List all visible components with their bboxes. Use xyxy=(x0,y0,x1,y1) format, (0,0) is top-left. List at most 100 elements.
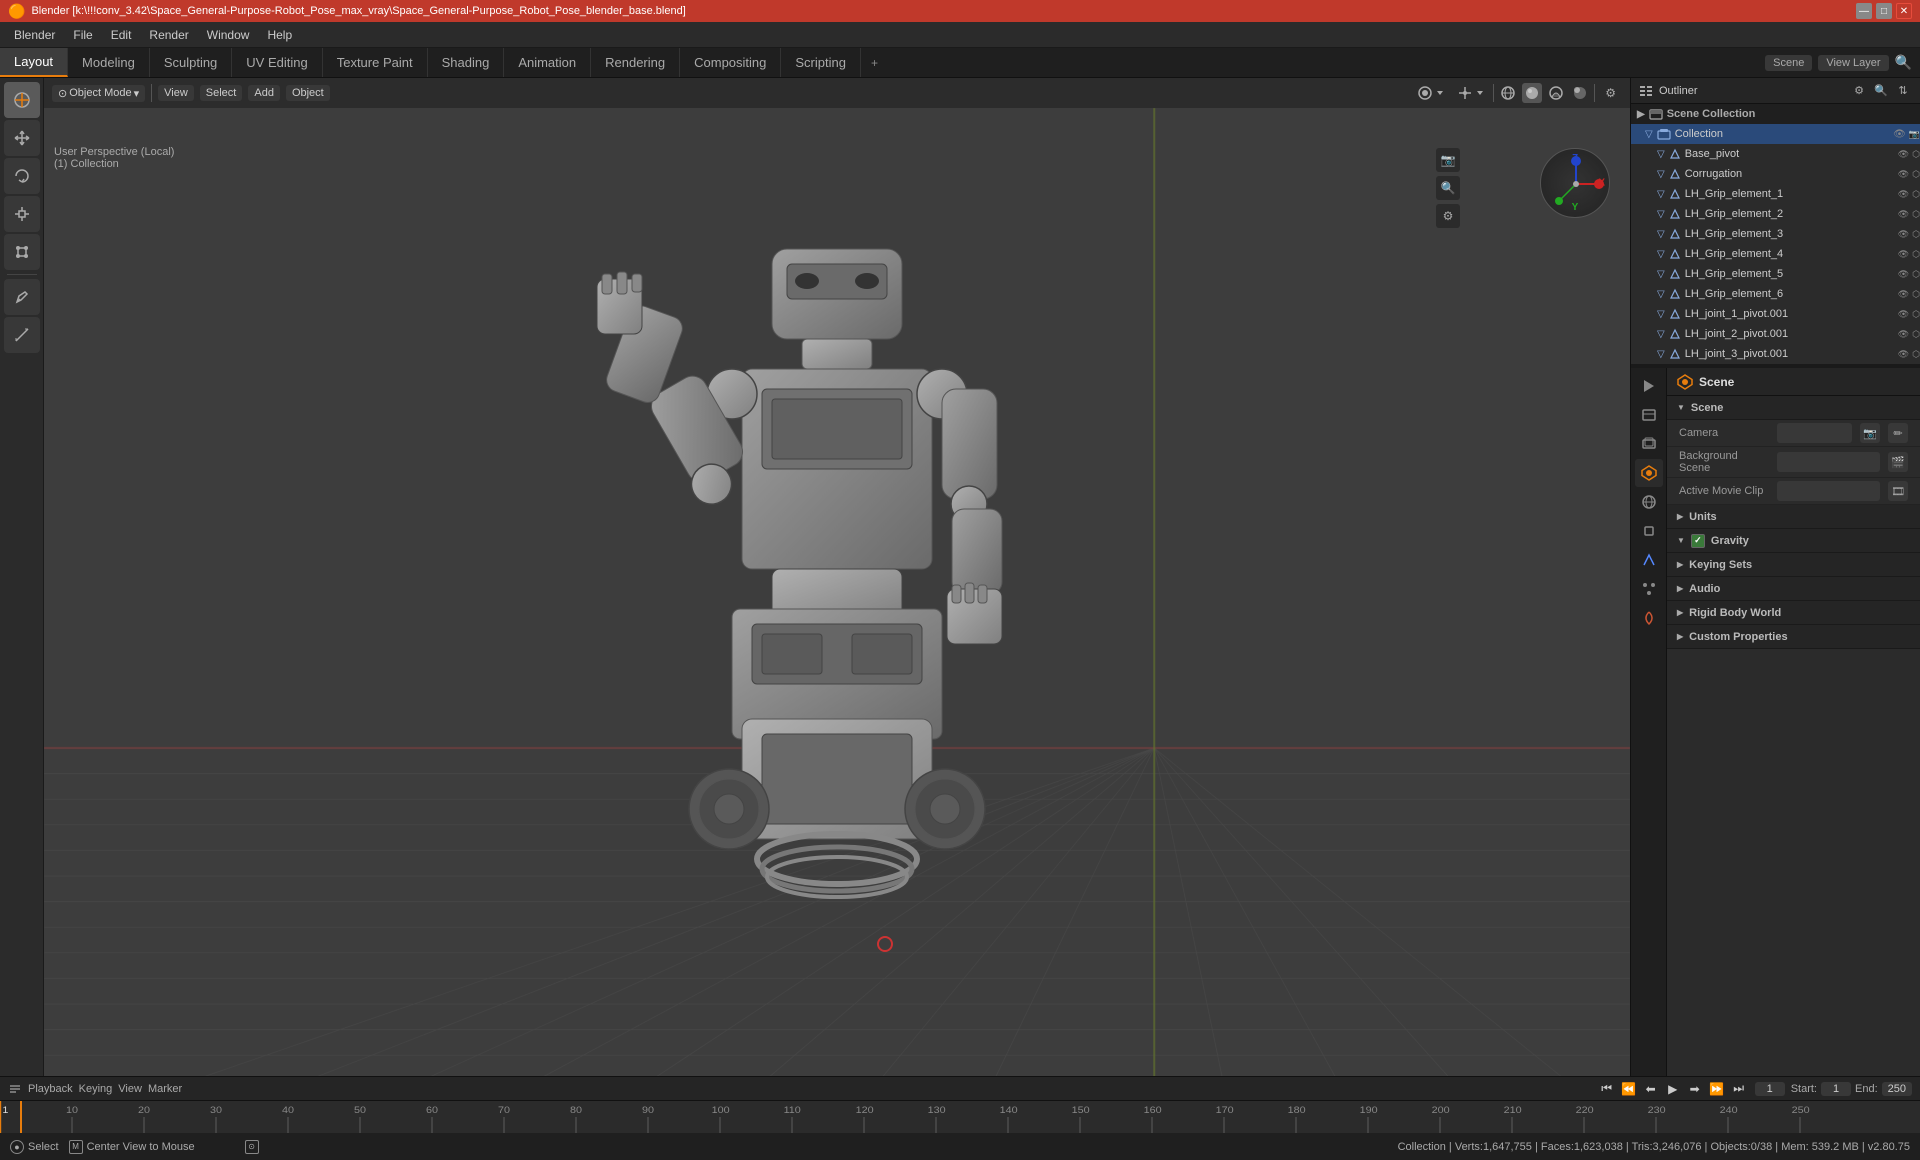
camera-restrict-icon[interactable]: 📷 xyxy=(1909,129,1920,140)
outliner-lh-grip-4[interactable]: ▽ LH_Grip_element_4 👁 ⬡ xyxy=(1631,244,1920,264)
outliner-sort-icon[interactable]: ⇅ xyxy=(1894,82,1912,100)
keying-sets-header[interactable]: ▶ Keying Sets xyxy=(1667,553,1920,577)
material-shading-btn[interactable] xyxy=(1546,83,1566,103)
select-menu-dropdown[interactable]: Select xyxy=(200,85,243,101)
bg-scene-picker-btn[interactable]: 🎬 xyxy=(1888,452,1908,472)
outliner-search-icon[interactable]: 🔍 xyxy=(1872,82,1890,100)
add-workspace-button[interactable]: + xyxy=(861,48,888,77)
add-menu-dropdown[interactable]: Add xyxy=(248,85,280,101)
modifier-properties-icon[interactable] xyxy=(1635,546,1663,574)
settings-btn[interactable]: ⚙ xyxy=(1436,204,1460,228)
cam-icon-1[interactable]: ⬡ xyxy=(1912,149,1920,160)
tab-uv-editing[interactable]: UV Editing xyxy=(232,48,322,77)
outliner-lh-joint-2[interactable]: ▽ LH_joint_2_pivot.001 👁 ⬡ xyxy=(1631,324,1920,344)
scene-properties-icon[interactable] xyxy=(1635,459,1663,487)
rigid-body-world-header[interactable]: ▶ Rigid Body World xyxy=(1667,601,1920,625)
playback-menu[interactable]: Playback xyxy=(28,1083,73,1095)
camera-value[interactable] xyxy=(1777,423,1852,443)
outliner-lh-joint-3[interactable]: ▽ LH_joint_3_pivot.001 👁 ⬡ xyxy=(1631,344,1920,364)
play-btn[interactable]: ▶ xyxy=(1663,1079,1683,1099)
gravity-checkbox[interactable]: ✓ xyxy=(1691,534,1705,548)
scene-subsection-header[interactable]: ▼ Scene xyxy=(1667,396,1920,420)
eye-visible-icon[interactable]: 👁 xyxy=(1893,129,1906,140)
marker-menu[interactable]: Marker xyxy=(148,1083,182,1095)
rotate-tool[interactable] xyxy=(4,158,40,194)
movie-clip-value[interactable] xyxy=(1777,481,1880,501)
transform-tool[interactable] xyxy=(4,234,40,270)
start-frame-display[interactable]: 1 xyxy=(1821,1082,1851,1096)
tab-sculpting[interactable]: Sculpting xyxy=(150,48,232,77)
menu-blender[interactable]: Blender xyxy=(6,26,63,44)
movie-clip-picker-btn[interactable]: 🎞 xyxy=(1888,481,1908,501)
solid-shading-btn[interactable] xyxy=(1522,83,1542,103)
timeline-ruler[interactable]: 1 10 20 30 40 50 60 70 80 90 1 xyxy=(0,1101,1920,1133)
outliner-lh-grip-5[interactable]: ▽ LH_Grip_element_5 👁 ⬡ xyxy=(1631,264,1920,284)
search-icon[interactable]: 🔍 xyxy=(1895,54,1912,71)
camera-icon-btn[interactable]: 📷 xyxy=(1436,148,1460,172)
units-section-header[interactable]: ▶ Units xyxy=(1667,505,1920,529)
gravity-section-header[interactable]: ▼ ✓ Gravity xyxy=(1667,529,1920,553)
outliner-content[interactable]: ▶ Scene Collection ▽ Collection 👁 📷 xyxy=(1631,104,1920,364)
bg-scene-value[interactable] xyxy=(1777,452,1880,472)
outliner-lh-grip-2[interactable]: ▽ LH_Grip_element_2 👁 ⬡ xyxy=(1631,204,1920,224)
current-frame-display[interactable]: 1 xyxy=(1755,1082,1785,1096)
end-frame-display[interactable]: 250 xyxy=(1882,1082,1912,1096)
outliner-lh-grip-6[interactable]: ▽ LH_Grip_element_6 👁 ⬡ xyxy=(1631,284,1920,304)
rendered-shading-btn[interactable] xyxy=(1570,83,1590,103)
world-properties-icon[interactable] xyxy=(1635,488,1663,516)
object-properties-icon[interactable] xyxy=(1635,517,1663,545)
custom-properties-header[interactable]: ▶ Custom Properties xyxy=(1667,625,1920,649)
outliner-corrugation[interactable]: ▽ Corrugation 👁 ⬡ xyxy=(1631,164,1920,184)
camera-edit-btn[interactable]: ✏ xyxy=(1888,423,1908,443)
view-layer-selector[interactable]: View Layer xyxy=(1818,55,1888,71)
cam-icon-2[interactable]: ⬡ xyxy=(1912,169,1920,180)
prev-frame-btn[interactable]: ⏪ xyxy=(1619,1079,1639,1099)
gizmos-btn[interactable] xyxy=(1453,83,1489,103)
menu-window[interactable]: Window xyxy=(199,26,258,44)
scale-tool[interactable] xyxy=(4,196,40,232)
viewport-overlays-btn[interactable] xyxy=(1413,83,1449,103)
viewport-3d[interactable]: ⊙ Object Mode ▾ View Select Add Object xyxy=(44,78,1630,1132)
outliner-lh-joint-1[interactable]: ▽ LH_joint_1_pivot.001 👁 ⬡ xyxy=(1631,304,1920,324)
maximize-button[interactable]: □ xyxy=(1876,3,1892,19)
jump-end-btn[interactable]: ⏭ xyxy=(1729,1079,1749,1099)
particle-properties-icon[interactable] xyxy=(1635,575,1663,603)
menu-file[interactable]: File xyxy=(65,26,100,44)
playhead[interactable] xyxy=(20,1101,22,1133)
menu-render[interactable]: Render xyxy=(141,26,196,44)
title-bar-controls[interactable]: — □ ✕ xyxy=(1856,3,1912,19)
outliner-base-pivot[interactable]: ▽ Base_pivot 👁 ⬡ xyxy=(1631,144,1920,164)
object-menu-dropdown[interactable]: Object xyxy=(286,85,330,101)
tab-layout[interactable]: Layout xyxy=(0,48,68,77)
close-button[interactable]: ✕ xyxy=(1896,3,1912,19)
scene-selector[interactable]: Scene xyxy=(1765,55,1812,71)
keying-menu[interactable]: Keying xyxy=(79,1083,113,1095)
viewport-canvas[interactable]: User Perspective (Local) (1) Collection xyxy=(44,108,1630,1132)
eye-icon-1[interactable]: 👁 xyxy=(1898,149,1909,160)
jump-start-btn[interactable]: ⏮ xyxy=(1597,1079,1617,1099)
view-menu-dropdown[interactable]: View xyxy=(158,85,194,101)
cursor-tool[interactable] xyxy=(4,82,40,118)
tab-compositing[interactable]: Compositing xyxy=(680,48,781,77)
object-mode-dropdown[interactable]: ⊙ Object Mode ▾ xyxy=(52,85,145,102)
output-properties-icon[interactable] xyxy=(1635,401,1663,429)
outliner-filter-icon[interactable]: ⚙ xyxy=(1850,82,1868,100)
eye-icon-2[interactable]: 👁 xyxy=(1898,169,1909,180)
viewport-extra-btn[interactable]: ⚙ xyxy=(1599,84,1622,102)
tab-rendering[interactable]: Rendering xyxy=(591,48,680,77)
zoom-camera-btn[interactable]: 🔍 xyxy=(1436,176,1460,200)
tab-animation[interactable]: Animation xyxy=(504,48,591,77)
gizmo-circle[interactable]: X Y Z xyxy=(1540,148,1610,218)
annotate-tool[interactable] xyxy=(4,279,40,315)
audio-section-header[interactable]: ▶ Audio xyxy=(1667,577,1920,601)
physics-properties-icon[interactable] xyxy=(1635,604,1663,632)
viewlayer-properties-icon[interactable] xyxy=(1635,430,1663,458)
move-tool[interactable] xyxy=(4,120,40,156)
tab-shading[interactable]: Shading xyxy=(428,48,505,77)
camera-picker-btn[interactable]: 📷 xyxy=(1860,423,1880,443)
render-properties-icon[interactable] xyxy=(1635,372,1663,400)
menu-edit[interactable]: Edit xyxy=(103,26,140,44)
view-menu-timeline[interactable]: View xyxy=(118,1083,142,1095)
next-frame-btn[interactable]: ⏩ xyxy=(1707,1079,1727,1099)
scene-collection-item[interactable]: ▶ Scene Collection xyxy=(1631,104,1920,124)
